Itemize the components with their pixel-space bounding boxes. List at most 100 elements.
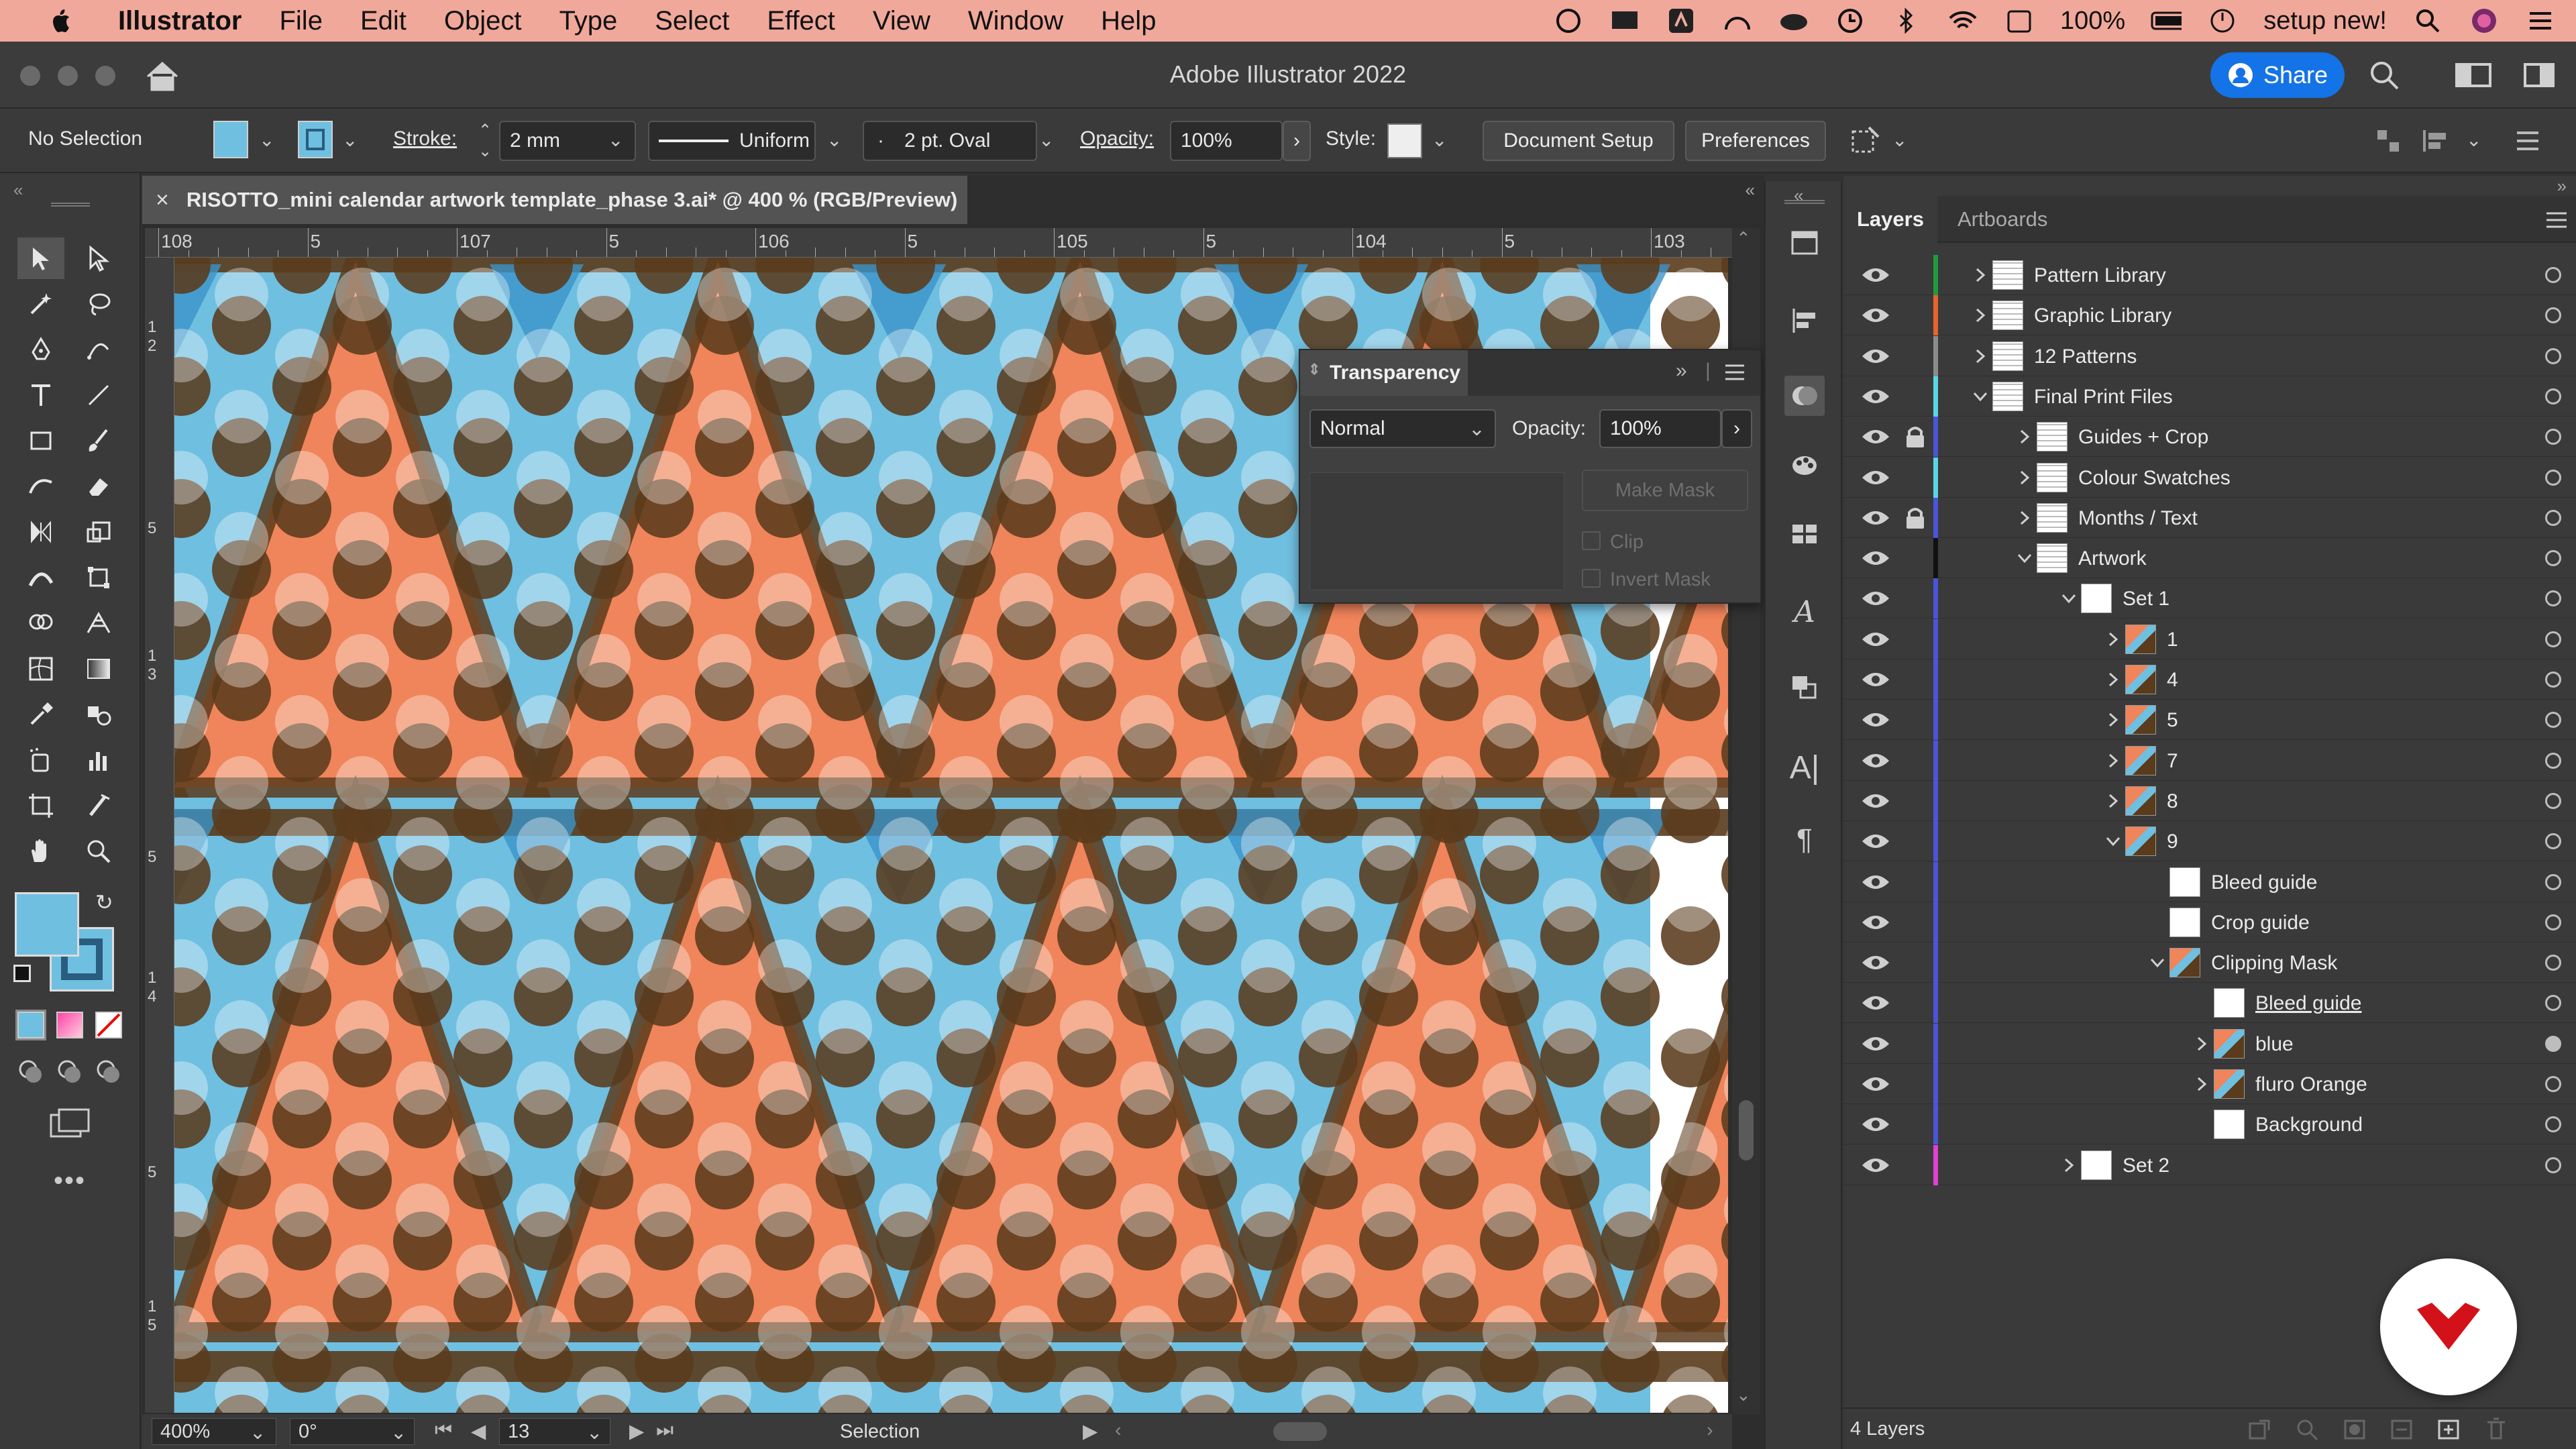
layer-row[interactable]: 9 bbox=[1843, 821, 2576, 862]
layer-row[interactable]: Colour Swatches bbox=[1843, 457, 2576, 498]
artboard-dropdown-icon[interactable]: ⌄ bbox=[586, 1421, 602, 1444]
menu-view[interactable]: View bbox=[873, 6, 930, 36]
eraser-tool-icon[interactable] bbox=[75, 466, 122, 507]
lock-toggle-area[interactable] bbox=[1904, 870, 1927, 894]
layer-name[interactable]: Background bbox=[2255, 1114, 2363, 1136]
spotlight-search-icon[interactable] bbox=[2412, 5, 2443, 36]
lock-toggle-area[interactable] bbox=[1904, 991, 1927, 1015]
panel-collapse-icon[interactable]: » bbox=[1676, 360, 1687, 382]
scroll-left-icon[interactable]: ‹ bbox=[1115, 1419, 1122, 1442]
workspace-switcher-icon[interactable] bbox=[2455, 62, 2491, 92]
layer-row[interactable]: 1 bbox=[1843, 619, 2576, 659]
layer-target-icon[interactable] bbox=[2545, 995, 2561, 1012]
eyedropper-tool-icon[interactable] bbox=[17, 694, 64, 735]
visibility-eye-icon[interactable] bbox=[1861, 264, 1890, 286]
visibility-eye-icon[interactable] bbox=[1861, 709, 1890, 731]
lock-toggle-area[interactable] bbox=[1904, 586, 1927, 610]
chevron-right-icon[interactable] bbox=[2104, 670, 2123, 689]
cloud-icon[interactable] bbox=[1778, 5, 1809, 36]
time-machine-icon[interactable] bbox=[1835, 5, 1866, 36]
layer-target-icon[interactable] bbox=[2545, 1035, 2561, 1052]
layers-collapse-icon[interactable]: » bbox=[2557, 176, 2567, 197]
creative-cloud-icon[interactable] bbox=[1553, 5, 1584, 36]
transparency-opacity-expand[interactable]: › bbox=[1721, 409, 1752, 448]
stroke-stepper[interactable]: ⌃ ⌄ bbox=[474, 121, 496, 161]
last-artboard-icon[interactable]: ⏭ bbox=[656, 1419, 674, 1442]
lock-toggle-area[interactable] bbox=[1904, 667, 1927, 692]
layer-name[interactable]: Set 1 bbox=[2123, 588, 2169, 610]
layer-row[interactable]: Graphic Library bbox=[1843, 295, 2576, 336]
menu-file[interactable]: File bbox=[279, 6, 322, 36]
layer-row[interactable]: Bleed guide bbox=[1843, 983, 2576, 1024]
screen-mode-icon[interactable] bbox=[48, 1107, 91, 1144]
layer-target-icon[interactable] bbox=[2545, 1116, 2561, 1133]
menu-edit[interactable]: Edit bbox=[360, 6, 407, 36]
toolbar-grip[interactable] bbox=[51, 203, 90, 207]
layer-row[interactable]: Clipping Mask bbox=[1843, 943, 2576, 983]
collect-export-icon[interactable] bbox=[2247, 1418, 2271, 1446]
preferences-button[interactable]: Preferences bbox=[1685, 121, 1826, 161]
mesh-tool-icon[interactable] bbox=[17, 648, 64, 690]
layer-name[interactable]: Artwork bbox=[2078, 547, 2147, 570]
layer-target-icon[interactable] bbox=[2545, 388, 2561, 405]
menu-help[interactable]: Help bbox=[1101, 6, 1156, 36]
fill-color-swatch[interactable] bbox=[15, 892, 79, 957]
color-mode-icon[interactable] bbox=[15, 1010, 46, 1040]
clip-checkbox[interactable] bbox=[1582, 531, 1601, 550]
slice-tool-icon[interactable] bbox=[75, 785, 122, 826]
chevron-right-icon[interactable] bbox=[1971, 266, 1990, 284]
default-fill-stroke-icon[interactable] bbox=[13, 965, 31, 982]
cloud-sync-icon[interactable] bbox=[1722, 5, 1753, 36]
battery-icon[interactable] bbox=[2151, 5, 2182, 36]
lock-toggle-area[interactable] bbox=[1904, 263, 1927, 287]
layer-target-icon[interactable] bbox=[2545, 631, 2561, 647]
color-guide-icon[interactable] bbox=[1784, 445, 1825, 486]
lasso-tool-icon[interactable] bbox=[75, 283, 122, 325]
width-tool-icon[interactable] bbox=[17, 557, 64, 598]
calendar-icon[interactable] bbox=[2004, 5, 2035, 36]
lock-toggle-area[interactable] bbox=[1904, 951, 1927, 975]
lock-toggle-area[interactable] bbox=[1904, 303, 1927, 327]
layer-name[interactable]: Clipping Mask bbox=[2211, 952, 2337, 975]
layer-name[interactable]: 8 bbox=[2167, 790, 2178, 813]
tab-layers[interactable]: Layers bbox=[1843, 196, 1937, 243]
lock-toggle-area[interactable] bbox=[1904, 708, 1927, 732]
artboard-tool-icon[interactable] bbox=[17, 785, 64, 826]
direct-selection-tool-icon[interactable] bbox=[75, 237, 122, 279]
stroke-swatch[interactable] bbox=[298, 121, 333, 158]
line-tool-icon[interactable] bbox=[75, 374, 122, 416]
blend-mode-select[interactable]: Normal ⌄ bbox=[1309, 409, 1496, 448]
rotate-tool-icon[interactable] bbox=[17, 511, 64, 553]
chevron-right-icon[interactable] bbox=[2192, 1075, 2211, 1093]
visibility-eye-icon[interactable] bbox=[1861, 467, 1890, 488]
layer-row[interactable]: blue bbox=[1843, 1023, 2576, 1064]
perspective-grid-tool-icon[interactable] bbox=[75, 602, 122, 644]
chevron-right-icon[interactable] bbox=[2015, 468, 2034, 487]
panel-toggle-icon[interactable] bbox=[2524, 62, 2555, 92]
menu-app-name[interactable]: Illustrator bbox=[118, 6, 241, 36]
scroll-down-icon[interactable]: ⌄ bbox=[1736, 1385, 1751, 1405]
zoom-tool-icon[interactable] bbox=[75, 830, 122, 872]
visibility-eye-icon[interactable] bbox=[1861, 1155, 1890, 1176]
layer-row[interactable]: Pattern Library bbox=[1843, 255, 2576, 295]
layer-row[interactable]: Crop guide bbox=[1843, 902, 2576, 943]
menu-window[interactable]: Window bbox=[968, 6, 1063, 36]
layer-name[interactable]: blue bbox=[2255, 1033, 2294, 1056]
lock-toggle-area[interactable] bbox=[1904, 1032, 1927, 1056]
chevron-right-icon[interactable] bbox=[2104, 792, 2123, 810]
column-graph-tool-icon[interactable] bbox=[75, 739, 122, 781]
edit-toolbar-icon[interactable]: ••• bbox=[54, 1166, 86, 1196]
visibility-eye-icon[interactable] bbox=[1861, 790, 1890, 812]
lock-icon[interactable] bbox=[1904, 425, 1927, 449]
status-menu-icon[interactable]: ▶ bbox=[1083, 1419, 1097, 1443]
shaper-tool-icon[interactable] bbox=[17, 466, 64, 507]
menu-effect[interactable]: Effect bbox=[767, 6, 835, 36]
menu-select[interactable]: Select bbox=[655, 6, 729, 36]
symbol-sprayer-tool-icon[interactable] bbox=[17, 739, 64, 781]
transparency-opacity-input[interactable]: 100% bbox=[1599, 409, 1721, 448]
menu-object[interactable]: Object bbox=[444, 6, 522, 36]
chevron-right-icon[interactable] bbox=[2104, 751, 2123, 770]
lock-toggle-area[interactable] bbox=[1904, 1072, 1927, 1096]
layer-target-icon[interactable] bbox=[2545, 1076, 2561, 1092]
style-dropdown-icon[interactable]: ⌄ bbox=[1432, 129, 1447, 151]
